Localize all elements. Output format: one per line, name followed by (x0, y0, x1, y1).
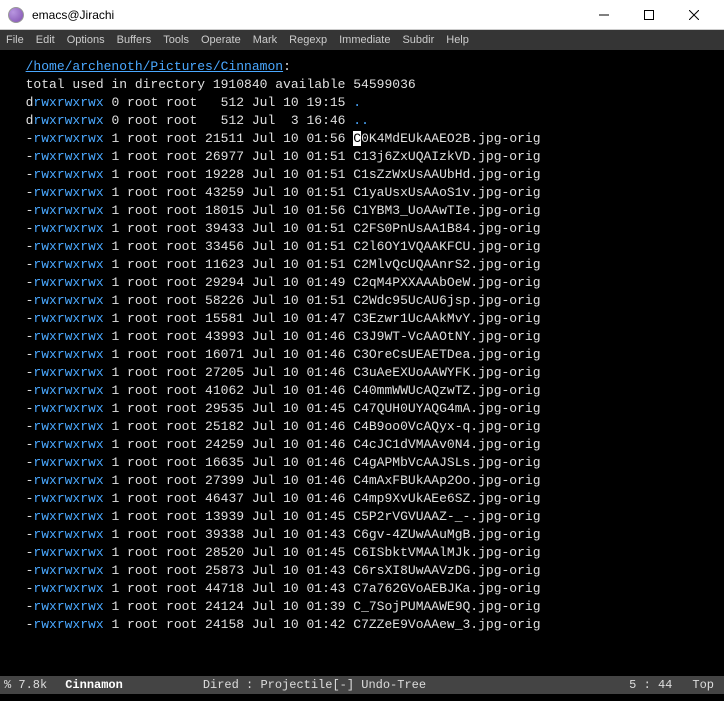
dired-file-entry[interactable]: C3OreCsUEAETDea.jpg-orig (353, 347, 540, 362)
dired-file-entry[interactable]: C47QUH0UYAQG4mA.jpg-orig (353, 401, 540, 416)
menu-subdir[interactable]: Subdir (402, 34, 434, 46)
modeline-percent: % 7.8k (4, 678, 47, 692)
dired-file-entry[interactable]: C1YBM3_UoAAwTIe.jpg-orig (353, 203, 540, 218)
maximize-button[interactable] (626, 0, 671, 29)
window-controls (581, 0, 716, 29)
menu-options[interactable]: Options (67, 34, 105, 46)
menu-regexp[interactable]: Regexp (289, 34, 327, 46)
emacs-icon (8, 7, 24, 23)
dired-file-entry[interactable]: C40mmWWUcAQzwTZ.jpg-orig (353, 383, 540, 398)
menu-mark[interactable]: Mark (253, 34, 277, 46)
dired-file-entry[interactable]: C7a762GVoAEBJKa.jpg-orig (353, 581, 540, 596)
modeline-buffer-name: Cinnamon (65, 678, 123, 692)
dired-file-entry[interactable]: 0K4MdEUkAAEO2B.jpg-orig (361, 131, 540, 146)
dired-file-entry[interactable]: C4mAxFBUkAAp2Oo.jpg-orig (353, 473, 540, 488)
dired-file-entry[interactable]: C3uAeEXUoAAWYFK.jpg-orig (353, 365, 540, 380)
menu-immediate[interactable]: Immediate (339, 34, 390, 46)
point-cursor: C (353, 131, 361, 146)
dired-file-entry[interactable]: C3J9WT-VcAAOtNY.jpg-orig (353, 329, 540, 344)
modeline-scroll: Top (692, 678, 714, 692)
dired-file-entry[interactable]: C_7SojPUMAAWE9Q.jpg-orig (353, 599, 540, 614)
dired-file-entry[interactable]: C2qM4PXXAAAbOeW.jpg-orig (353, 275, 540, 290)
modeline: % 7.8k Cinnamon Dired : Projectile[-] Un… (0, 676, 724, 694)
minibuffer[interactable] (0, 694, 724, 701)
window-title: emacs@Jirachi (32, 8, 581, 22)
menu-help[interactable]: Help (446, 34, 469, 46)
dired-file-entry[interactable]: C4gAPMbVcAAJSLs.jpg-orig (353, 455, 540, 470)
menubar: File Edit Options Buffers Tools Operate … (0, 30, 724, 50)
dired-file-entry[interactable]: C2Wdc95UcAU6jsp.jpg-orig (353, 293, 540, 308)
titlebar[interactable]: emacs@Jirachi (0, 0, 724, 30)
menu-edit[interactable]: Edit (36, 34, 55, 46)
minimize-button[interactable] (581, 0, 626, 29)
dired-file-entry[interactable]: C2MlvQcUQAAnrS2.jpg-orig (353, 257, 540, 272)
dired-file-entry[interactable]: C4mp9XvUkAEe6SZ.jpg-orig (353, 491, 540, 506)
menu-tools[interactable]: Tools (163, 34, 189, 46)
menu-buffers[interactable]: Buffers (117, 34, 152, 46)
dired-file-entry[interactable]: C3Ezwr1UcAAkMvY.jpg-orig (353, 311, 540, 326)
close-button[interactable] (671, 0, 716, 29)
dired-file-entry[interactable]: C6gv-4ZUwAAuMgB.jpg-orig (353, 527, 540, 542)
dired-file-entry[interactable]: C4B9oo0VcAQyx-q.jpg-orig (353, 419, 540, 434)
dired-path[interactable]: /home/archenoth/Pictures/Cinnamon (26, 59, 283, 74)
menu-operate[interactable]: Operate (201, 34, 241, 46)
dired-file-entry[interactable]: C1yaUsxUsAAoS1v.jpg-orig (353, 185, 540, 200)
dired-file-entry[interactable]: C4cJC1dVMAAv0N4.jpg-orig (353, 437, 540, 452)
modeline-position: 5 : 44 (629, 678, 672, 692)
dired-file-entry[interactable]: C5P2rVGVUAAZ-_-.jpg-orig (353, 509, 540, 524)
modeline-major-mode: Dired : Projectile[-] Undo-Tree (203, 678, 629, 692)
dired-file-entry[interactable]: C7ZZeE9VoAAew_3.jpg-orig (353, 617, 540, 632)
dired-file-entry[interactable]: C2FS0PnUsAA1B84.jpg-orig (353, 221, 540, 236)
dired-dir-entry[interactable]: . (353, 95, 361, 110)
dired-file-entry[interactable]: C2l6OY1VQAAKFCU.jpg-orig (353, 239, 540, 254)
dired-dir-entry[interactable]: .. (353, 113, 369, 128)
dired-file-entry[interactable]: C6rsXI8UwAAVzDG.jpg-orig (353, 563, 540, 578)
dired-buffer[interactable]: /home/archenoth/Pictures/Cinnamon: total… (0, 54, 724, 676)
menu-file[interactable]: File (6, 34, 24, 46)
dired-file-entry[interactable]: C1sZzWxUsAAUbHd.jpg-orig (353, 167, 540, 182)
dired-file-entry[interactable]: C13j6ZxUQAIzkVD.jpg-orig (353, 149, 540, 164)
dired-file-entry[interactable]: C6ISbktVMAAlMJk.jpg-orig (353, 545, 540, 560)
